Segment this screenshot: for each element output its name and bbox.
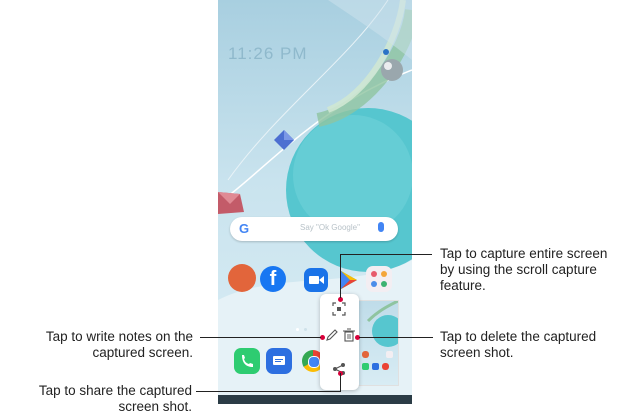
phone-app-icon[interactable] (234, 348, 260, 374)
leader-line-share-vertical (340, 373, 341, 391)
leader-line-share (196, 391, 341, 392)
search-placeholder: Say "Ok Google" (300, 223, 360, 232)
clock: 11:26 PM (228, 44, 308, 63)
app-folder-icon[interactable] (366, 266, 392, 292)
callout-delete: Tap to delete the captured screen shot. (440, 329, 597, 360)
leader-line-scroll-capture-vertical (340, 254, 341, 298)
page-indicator-dot (296, 328, 299, 331)
app-store-icon[interactable] (228, 264, 256, 292)
callout-write-notes: Tap to write notes on the captured scree… (45, 329, 193, 360)
captured-screenshot-thumbnail[interactable] (357, 299, 404, 386)
leader-line-delete (359, 337, 433, 338)
page-indicator-dot (304, 328, 307, 331)
video-call-app-icon[interactable] (304, 268, 328, 292)
trash-icon[interactable] (342, 328, 356, 342)
messages-app-icon[interactable] (266, 348, 292, 374)
leader-line-write-notes (200, 337, 321, 338)
google-logo: G (239, 221, 250, 236)
pen-icon[interactable] (325, 328, 339, 342)
scroll-capture-icon[interactable] (332, 302, 346, 316)
facebook-app-icon[interactable]: f (260, 266, 286, 292)
callout-share: Tap to share the captured screen shot. (38, 383, 192, 414)
leader-line-scroll-capture (340, 254, 432, 255)
microphone-icon[interactable] (378, 222, 384, 232)
google-search-bar[interactable]: G Say "Ok Google" (230, 217, 398, 241)
callout-scroll-capture: Tap to capture entire screen by using th… (440, 246, 608, 293)
